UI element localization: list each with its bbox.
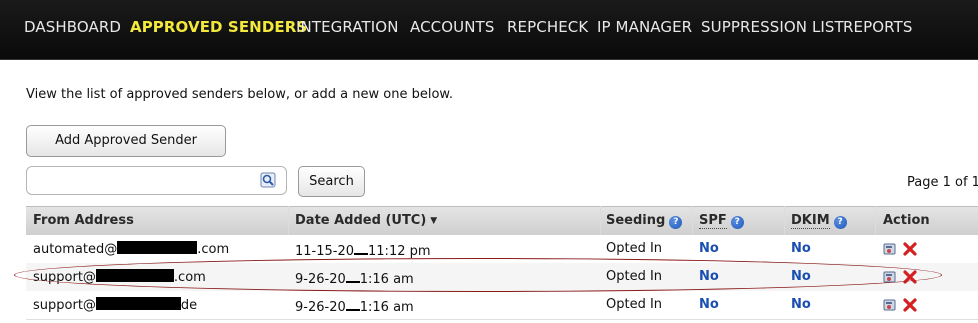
search-input[interactable] xyxy=(33,171,257,192)
edit-icon[interactable] xyxy=(883,269,897,283)
table-row: support@ .com 9-26-20 1:16 am Opted In No … xyxy=(26,263,978,292)
sort-down-icon: ▼ xyxy=(430,216,438,226)
redaction-bar xyxy=(95,297,181,310)
col-spf-label: SPF xyxy=(699,213,727,229)
nav-accounts[interactable]: ACCOUNTS xyxy=(410,18,494,36)
seeding-cell: Opted In xyxy=(606,269,663,284)
intro-text: View the list of approved senders below,… xyxy=(26,87,453,102)
from-address-cell: support@ .com xyxy=(33,269,206,285)
from-address-prefix: automated@ xyxy=(33,242,118,257)
pagination-text: Page 1 of 1 xyxy=(907,175,978,190)
from-address-cell: automated@ .com xyxy=(33,241,229,257)
nav-suppression-list[interactable]: SUPPRESSION LIST xyxy=(701,18,844,36)
col-dkim-label: DKIM xyxy=(791,213,830,229)
nav-repcheck[interactable]: REPCHECK xyxy=(507,18,588,36)
from-address-suffix: .com xyxy=(173,270,206,285)
from-address-cell: support@ de xyxy=(33,297,197,313)
date-suffix: 11:12 pm xyxy=(368,244,431,259)
dkim-cell[interactable]: No xyxy=(791,269,811,284)
spf-cell[interactable]: No xyxy=(699,269,719,284)
col-from-address[interactable]: From Address xyxy=(33,213,134,228)
redaction-underline xyxy=(345,297,360,311)
from-address-suffix: de xyxy=(180,298,198,313)
seeding-cell: Opted In xyxy=(606,297,663,312)
date-added-cell: 9-26-20 1:16 am xyxy=(295,297,414,315)
nav-ip-manager[interactable]: IP MANAGER xyxy=(597,18,692,36)
from-address-prefix: support@ xyxy=(33,270,96,285)
top-navigation: DASHBOARD APPROVED SENDERS INTEGRATION A… xyxy=(0,0,978,60)
edit-icon[interactable] xyxy=(883,241,897,255)
redaction-bar xyxy=(117,241,198,254)
nav-integration[interactable]: INTEGRATION xyxy=(296,18,399,36)
date-suffix: 1:16 am xyxy=(359,272,414,287)
nav-reports[interactable]: REPORTS xyxy=(843,18,912,36)
spf-cell[interactable]: No xyxy=(699,297,719,312)
col-date-added[interactable]: Date Added (UTC) ▼ xyxy=(295,213,437,228)
col-spf: SPF? xyxy=(699,213,744,229)
from-address-suffix: .com xyxy=(197,242,230,257)
col-action: Action xyxy=(883,213,930,228)
date-prefix: 9-26-20 xyxy=(295,272,346,287)
date-prefix: 9-26-20 xyxy=(295,300,346,315)
help-icon[interactable]: ? xyxy=(730,216,744,229)
help-icon[interactable]: ? xyxy=(833,216,847,229)
seeding-cell: Opted In xyxy=(606,241,663,256)
spf-cell[interactable]: No xyxy=(699,241,719,256)
search-field[interactable] xyxy=(26,166,287,195)
help-icon[interactable]: ? xyxy=(669,216,683,229)
dkim-cell[interactable]: No xyxy=(791,241,811,256)
search-button[interactable]: Search xyxy=(298,166,365,197)
delete-icon[interactable] xyxy=(903,297,917,312)
delete-icon[interactable] xyxy=(903,269,917,284)
edit-icon[interactable] xyxy=(883,297,897,311)
redaction-underline xyxy=(354,241,369,255)
from-address-prefix: support@ xyxy=(33,298,96,313)
date-added-cell: 11-15-20 11:12 pm xyxy=(295,241,431,259)
table-row: support@ de 9-26-20 1:16 am Opted In No No xyxy=(26,291,978,320)
delete-icon[interactable] xyxy=(903,241,917,256)
date-suffix: 1:16 am xyxy=(359,300,414,315)
date-added-cell: 9-26-20 1:16 am xyxy=(295,269,414,287)
col-dkim: DKIM? xyxy=(791,213,847,229)
add-approved-sender-button[interactable]: Add Approved Sender xyxy=(26,125,226,157)
nav-dashboard[interactable]: DASHBOARD xyxy=(24,18,121,36)
date-prefix: 11-15-20 xyxy=(295,244,355,259)
search-icon[interactable] xyxy=(260,172,276,188)
col-seeding-label: Seeding xyxy=(606,213,666,228)
col-date-added-label: Date Added (UTC) xyxy=(295,213,427,228)
redaction-underline xyxy=(345,269,360,283)
col-seeding: Seeding? xyxy=(606,213,683,229)
table-row: automated@ .com 11-15-20 11:12 pm Opted In… xyxy=(26,235,978,264)
dkim-cell[interactable]: No xyxy=(791,297,811,312)
table-header: From Address Date Added (UTC) ▼ Seeding? … xyxy=(26,206,978,236)
nav-approved-senders[interactable]: APPROVED SENDERS xyxy=(130,18,307,36)
redaction-bar xyxy=(95,269,174,282)
